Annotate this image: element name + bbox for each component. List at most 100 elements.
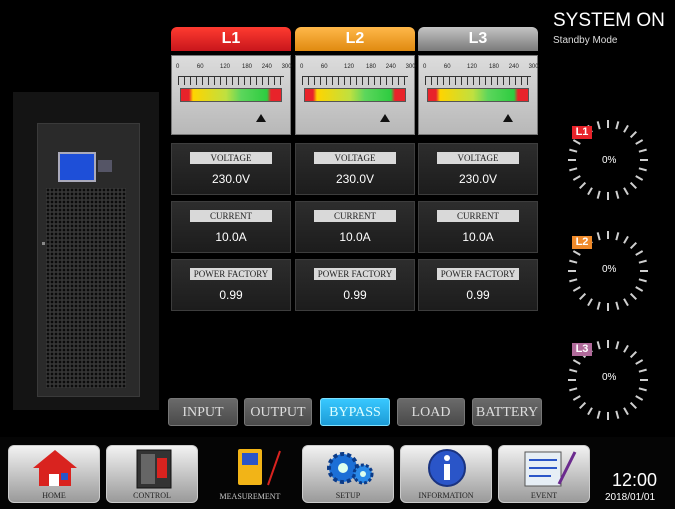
gauge-tick	[623, 298, 629, 307]
current-cell-l2: CURRENT 10.0A	[295, 201, 415, 253]
control-panel-icon	[136, 449, 172, 489]
tab-input[interactable]: INPUT	[168, 398, 238, 426]
scale-tick-label: 60	[320, 64, 328, 70]
system-mode: Standby Mode	[553, 35, 618, 46]
power-factor-value: 0.99	[466, 288, 490, 302]
voltage-meter-l1: 0 60 120 180 240 300	[171, 55, 292, 135]
nav-home-button[interactable]: HOME	[8, 445, 100, 503]
gauge-tick	[579, 292, 587, 300]
load-gauge-label: L1	[572, 126, 592, 139]
scale-tick-label: 240	[261, 64, 272, 70]
gauge-tick	[629, 292, 637, 300]
voltage-meter-l3: 0 60 120 180 240 300	[418, 55, 539, 135]
gauge-tick	[572, 139, 581, 145]
scale-tick-label: 0	[423, 64, 427, 70]
scale-tick-label: 120	[220, 64, 231, 70]
gauge-tick	[615, 232, 620, 241]
nav-label: CONTROL	[133, 491, 171, 500]
load-gauge-value: 0%	[602, 155, 617, 166]
gauge-tick	[638, 387, 647, 392]
scale-tick-label: 120	[344, 64, 355, 70]
gauge-tick	[635, 250, 644, 256]
scale-tick-label: 300	[528, 64, 539, 70]
phase-tab-l2[interactable]: L2	[295, 27, 415, 51]
power-factor-value: 0.99	[343, 288, 367, 302]
nav-event-button[interactable]: EVENT	[498, 445, 590, 503]
scale-tick-label: 240	[508, 64, 519, 70]
gauge-tick	[572, 359, 581, 365]
gauge-tick	[615, 121, 620, 130]
tab-output[interactable]: OUTPUT	[244, 398, 312, 426]
nav-label: HOME	[42, 491, 66, 500]
clock-time: 12:00	[612, 470, 658, 490]
gauge-tick	[638, 148, 647, 153]
gauge-tick	[615, 410, 620, 419]
gauge-tick	[623, 407, 629, 416]
voltage-label: VOLTAGE	[190, 152, 272, 164]
nav-label: INFORMATION	[418, 491, 474, 500]
meter-scale: 0 60 120 180 240 300	[423, 64, 539, 74]
scale-tick-label: 60	[443, 64, 451, 70]
scale-tick-label: 300	[281, 64, 292, 70]
load-gauge-label: L2	[572, 236, 592, 249]
gauge-tick	[638, 259, 647, 264]
gauge-tick	[596, 410, 601, 419]
tab-battery[interactable]: BATTERY	[472, 398, 542, 426]
gauge-tick	[635, 286, 644, 292]
meter-ticks	[302, 76, 408, 85]
nav-control-button[interactable]: CONTROL	[106, 445, 198, 503]
voltage-value: 230.0V	[335, 172, 375, 186]
power-factor-cell-l3: POWER FACTORY 0.99	[418, 259, 538, 311]
gauge-tick	[596, 301, 601, 310]
gauge-tick	[572, 175, 581, 181]
clock-date: 2018/01/01	[605, 492, 656, 503]
ups-lcd-icon	[58, 152, 96, 182]
gauge-tick	[596, 232, 601, 241]
gauge-tick	[629, 401, 637, 409]
nav-label: MEASUREMENT	[219, 492, 281, 501]
scale-tick-label: 0	[176, 64, 180, 70]
meter-color-bar	[304, 88, 406, 102]
gauge-tick	[638, 278, 647, 283]
current-label: CURRENT	[190, 210, 272, 222]
phase-tab-l1[interactable]: L1	[171, 27, 291, 51]
scale-tick-label: 0	[300, 64, 304, 70]
gauge-tick	[587, 407, 593, 416]
gauge-tick	[596, 190, 601, 199]
info-icon	[428, 449, 466, 487]
gauge-tick	[635, 175, 644, 181]
scale-tick-label: 300	[405, 64, 416, 70]
tab-load[interactable]: LOAD	[397, 398, 465, 426]
gauge-tick	[623, 187, 629, 196]
event-log-icon	[524, 451, 577, 487]
meter-color-bar	[427, 88, 529, 102]
measurement-meter-icon	[238, 449, 281, 486]
system-status-title: SYSTEM ON	[553, 10, 665, 31]
nav-measurement-button[interactable]: MEASUREMENT	[204, 445, 296, 503]
ups-button-icon	[98, 160, 112, 172]
meter-scale: 0 60 120 180 240 300	[176, 64, 292, 74]
voltage-label: VOLTAGE	[314, 152, 396, 164]
current-value: 10.0A	[462, 230, 494, 244]
gauge-tick	[638, 368, 647, 373]
nav-information-button[interactable]: INFORMATION	[400, 445, 492, 503]
nav-setup-button[interactable]: SETUP	[302, 445, 394, 503]
voltage-value: 230.0V	[211, 172, 251, 186]
load-gauge-value: 0%	[602, 372, 617, 383]
current-label: CURRENT	[314, 210, 396, 222]
scale-tick-label: 180	[242, 64, 253, 70]
power-factor-value: 0.99	[219, 288, 243, 302]
current-cell-l3: CURRENT 10.0A	[418, 201, 538, 253]
meter-ticks	[425, 76, 531, 85]
gauge-tick	[572, 286, 581, 292]
gauge-tick	[569, 278, 578, 283]
meter-ticks	[178, 76, 284, 85]
gauge-tick	[638, 167, 647, 172]
power-factor-cell-l2: POWER FACTORY 0.99	[295, 259, 415, 311]
gauge-tick	[635, 395, 644, 401]
tab-bypass[interactable]: BYPASS	[320, 398, 390, 426]
phase-tab-l3[interactable]: L3	[418, 27, 538, 51]
gauge-tick	[623, 124, 629, 133]
power-factor-label: POWER FACTORY	[314, 268, 396, 280]
gauge-tick	[623, 235, 629, 244]
